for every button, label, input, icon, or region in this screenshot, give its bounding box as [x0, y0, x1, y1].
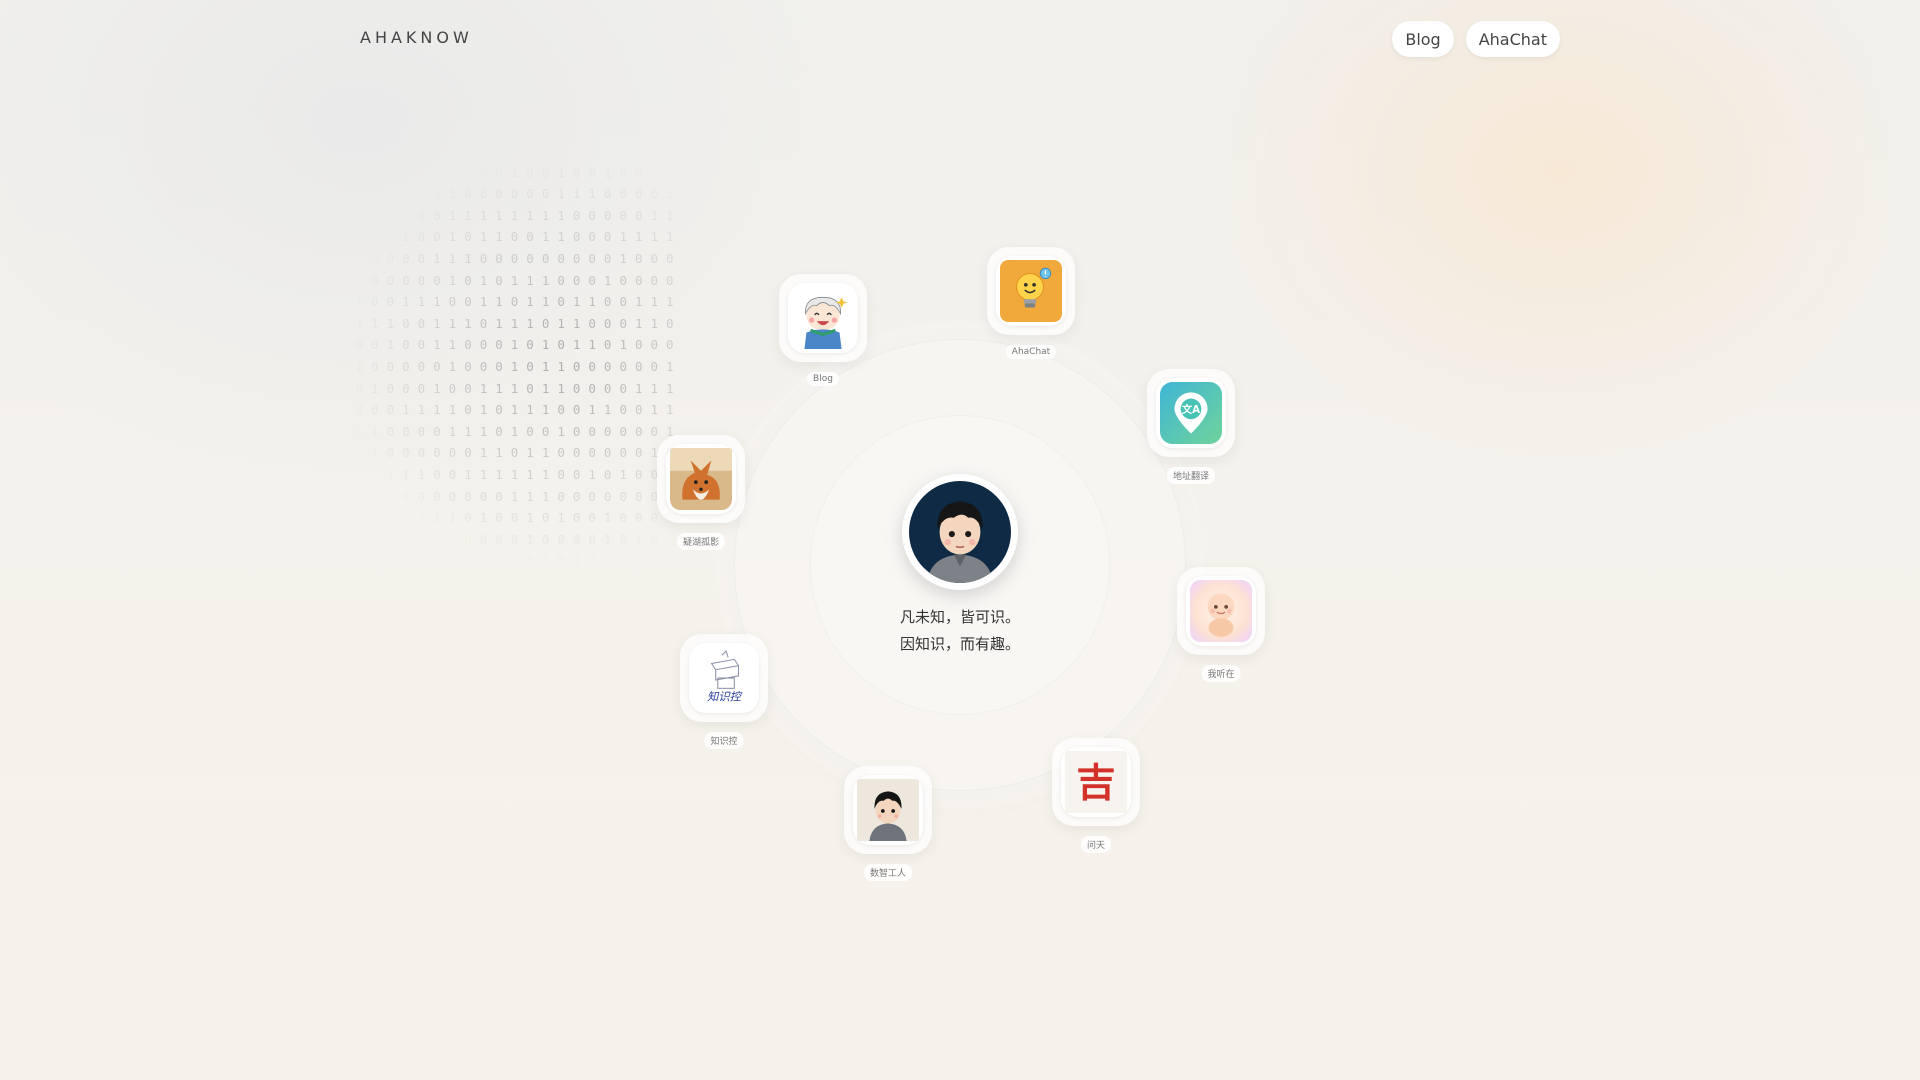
motto-line-1: 凡未知，皆可识。 — [899, 608, 1020, 626]
blog-nav-button[interactable]: Blog — [1392, 21, 1454, 57]
motto-line-2: 因知识，而有趣。 — [899, 635, 1020, 653]
svg-text:吉: 吉 — [1076, 760, 1115, 806]
map-pin-translate-icon: 文A — [1160, 382, 1222, 444]
app-address-translate-label: 地址翻译 — [1166, 467, 1216, 484]
app-blog-tile — [788, 283, 858, 353]
center-avatar — [902, 474, 1018, 590]
app-wentian-tile: 吉 — [1061, 747, 1131, 817]
lightbulb-icon — [1000, 260, 1062, 322]
app-ahachat-tile — [996, 256, 1066, 326]
app-knowledge[interactable]: 知识控 知识控 — [680, 634, 768, 749]
boy-avatar-icon — [857, 779, 919, 841]
app-blog-label: Blog — [807, 372, 839, 386]
app-ahachat[interactable]: AhaChat — [987, 247, 1075, 359]
fox-icon — [670, 448, 732, 510]
app-digital-worker[interactable]: 数智工人 — [844, 766, 932, 881]
baby-glow-icon — [1190, 580, 1252, 642]
app-listen-tile — [1186, 576, 1256, 646]
app-listen[interactable]: 我听在 — [1177, 567, 1265, 682]
app-listen-label: 我听在 — [1201, 665, 1241, 682]
books-sketch-icon: 知识控 — [693, 647, 755, 709]
app-digital-worker-tile — [853, 775, 923, 845]
app-blog[interactable]: Blog — [779, 274, 867, 386]
app-wentian-label: 问天 — [1080, 836, 1112, 853]
ji-character-icon: 吉 — [1065, 751, 1127, 813]
boy-avatar-icon — [909, 481, 1011, 583]
app-address-translate[interactable]: 文A 地址翻译 — [1147, 369, 1235, 484]
motto: 凡未知，皆可识。 因知识，而有趣。 — [860, 604, 1060, 658]
brand-logo[interactable]: AHAKNOW — [360, 28, 473, 47]
blog-mascot-icon — [792, 287, 854, 349]
app-fox-label: 疑湖孤影 — [676, 533, 726, 550]
svg-text:文A: 文A — [1181, 403, 1200, 416]
app-fox[interactable]: 疑湖孤影 — [657, 435, 745, 550]
svg-text:知识控: 知识控 — [707, 690, 743, 704]
app-ahachat-label: AhaChat — [1005, 345, 1057, 359]
app-fox-tile — [666, 444, 736, 514]
app-digital-worker-label: 数智工人 — [863, 864, 913, 881]
app-address-translate-tile: 文A — [1156, 378, 1226, 448]
app-wentian[interactable]: 吉 问天 — [1052, 738, 1140, 853]
app-knowledge-label: 知识控 — [704, 732, 744, 749]
app-knowledge-tile: 知识控 — [689, 643, 759, 713]
ahachat-nav-button[interactable]: AhaChat — [1465, 21, 1560, 57]
top-nav: Blog AhaChat — [1392, 21, 1560, 57]
